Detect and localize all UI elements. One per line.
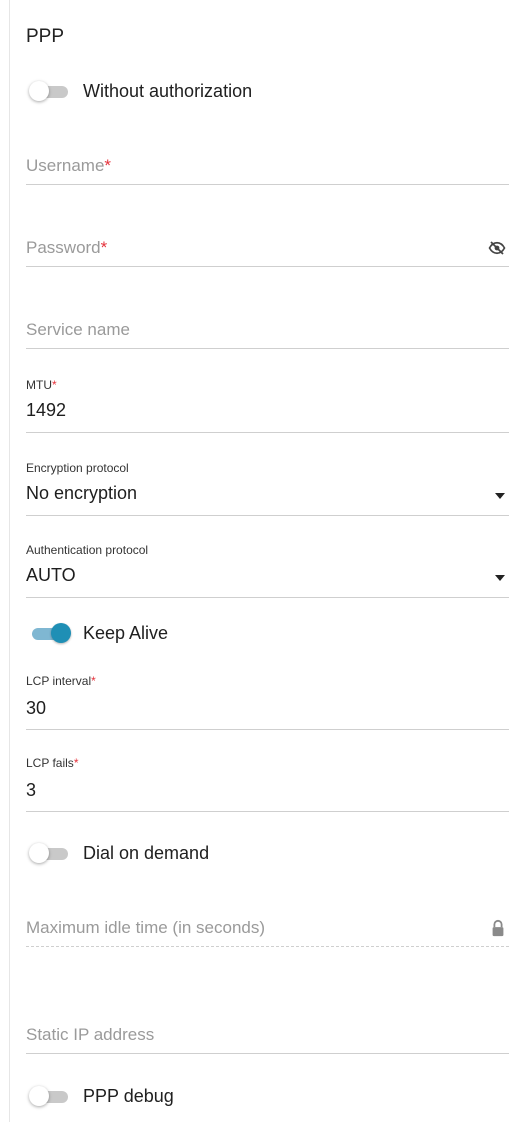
username-placeholder: Username* — [26, 156, 112, 175]
encryption-protocol-value: No encryption — [26, 483, 138, 503]
lcp-fails-label: LCP fails* — [26, 756, 79, 770]
lcp-fails-underline — [26, 811, 509, 812]
keep-alive-label: Keep Alive — [83, 623, 169, 643]
static-ip-field[interactable]: Static IP address — [26, 1019, 509, 1055]
mtu-value: 1492 — [26, 400, 67, 420]
authentication-protocol-select[interactable]: Authentication protocol AUTO — [26, 539, 509, 599]
toggle-knob — [29, 81, 49, 101]
password-field[interactable]: Password* — [26, 232, 509, 268]
encryption-protocol-underline — [26, 515, 509, 516]
service-name-placeholder: Service name — [26, 320, 130, 339]
without-authorization-toggle[interactable] — [26, 80, 74, 102]
authentication-protocol-value: AUTO — [26, 565, 76, 585]
lcp-interval-label: LCP interval* — [26, 674, 96, 688]
lcp-interval-field[interactable]: LCP interval* 30 — [26, 670, 509, 730]
authentication-protocol-label: Authentication protocol — [26, 543, 149, 557]
caret-down-icon — [495, 575, 505, 581]
password-placeholder: Password* — [26, 238, 108, 257]
mtu-label: MTU* — [26, 378, 57, 392]
encryption-protocol-label: Encryption protocol — [26, 461, 129, 475]
caret-down-icon — [495, 493, 505, 499]
dial-on-demand-toggle[interactable] — [26, 842, 74, 864]
lcp-fails-field[interactable]: LCP fails* 3 — [26, 752, 509, 812]
ppp-debug-label: PPP debug — [83, 1086, 174, 1106]
static-ip-placeholder: Static IP address — [26, 1025, 155, 1044]
ppp-debug-toggle[interactable] — [26, 1085, 74, 1107]
panel-border — [9, 0, 10, 1122]
static-ip-underline — [26, 1053, 509, 1054]
toggle-knob — [29, 1086, 49, 1106]
mtu-underline — [26, 432, 509, 433]
password-underline — [26, 266, 509, 267]
max-idle-time-placeholder: Maximum idle time (in seconds) — [26, 918, 266, 937]
max-idle-time-underline — [26, 946, 509, 948]
without-authorization-label: Without authorization — [83, 81, 253, 101]
keep-alive-toggle[interactable] — [26, 622, 74, 644]
service-name-underline — [26, 348, 509, 349]
section-title: PPP — [26, 26, 65, 47]
authentication-protocol-underline — [26, 597, 509, 598]
username-field[interactable]: Username* — [26, 150, 509, 186]
encryption-protocol-select[interactable]: Encryption protocol No encryption — [26, 457, 509, 517]
lcp-interval-value: 30 — [26, 698, 47, 718]
lcp-interval-underline — [26, 729, 509, 730]
dial-on-demand-label: Dial on demand — [83, 843, 210, 863]
toggle-knob — [51, 623, 71, 643]
toggle-knob — [29, 843, 49, 863]
max-idle-time-field: Maximum idle time (in seconds) — [26, 912, 509, 948]
lock-icon — [492, 919, 504, 937]
username-underline — [26, 184, 509, 185]
eye-off-icon[interactable] — [488, 239, 506, 257]
lcp-fails-value: 3 — [26, 780, 37, 800]
mtu-field[interactable]: MTU* 1492 — [26, 374, 509, 434]
service-name-field[interactable]: Service name — [26, 314, 509, 350]
